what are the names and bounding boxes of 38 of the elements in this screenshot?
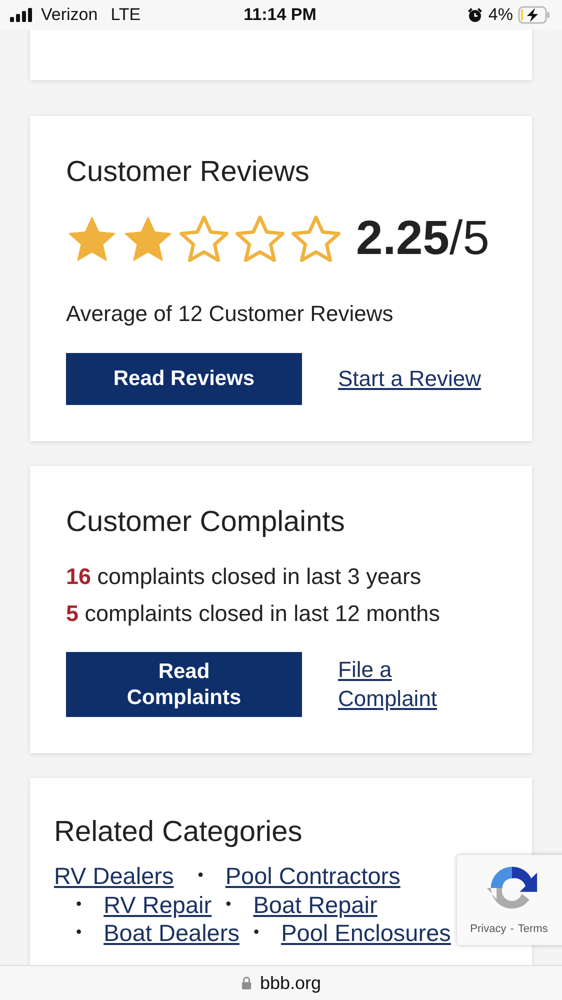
domain-text: bbb.org	[260, 972, 322, 994]
category-link[interactable]: Pool Enclosures	[281, 919, 451, 948]
bullet-separator: •	[253, 923, 260, 943]
clock-time: 11:14 PM	[244, 5, 316, 25]
battery-percent: 4%	[488, 5, 513, 25]
privacy-link[interactable]: Privacy	[470, 923, 506, 935]
category-link[interactable]: Boat Dealers	[104, 919, 240, 948]
terms-link[interactable]: Terms	[518, 923, 548, 935]
review-summary: Average of 12 Customer Reviews	[66, 301, 394, 327]
rating-score: 2.25/5	[356, 214, 490, 264]
complaint-count: 5 complaints closed in last 12 months	[66, 600, 441, 628]
read-reviews-button[interactable]: Read Reviews	[66, 353, 302, 405]
read-complaints-button[interactable]: Read Complaints	[66, 652, 302, 717]
section-title: Customer Complaints	[66, 506, 346, 538]
empty-star-icon	[234, 214, 286, 264]
battery-charging-icon	[518, 6, 550, 24]
section-title: Customer Reviews	[66, 156, 310, 188]
file-complaint-link[interactable]: File a Complaint	[338, 656, 458, 714]
category-link[interactable]: RV Dealers	[54, 862, 174, 890]
complaint-count: 16 complaints closed in last 3 years	[66, 563, 422, 591]
network-type: LTE	[110, 5, 141, 25]
bullet-separator: •	[226, 894, 232, 914]
filled-star-icon	[122, 214, 174, 264]
start-review-link[interactable]: Start a Review	[338, 366, 482, 392]
empty-star-icon	[178, 214, 230, 264]
bullet-separator: •	[76, 923, 82, 943]
category-link[interactable]: RV Repair	[104, 890, 212, 919]
bullet-separator: •	[76, 894, 82, 914]
bullet-separator: •	[198, 866, 204, 886]
category-link[interactable]: Boat Repair	[253, 890, 378, 919]
lock-icon	[240, 976, 252, 990]
section-title: Related Categories	[54, 816, 304, 848]
link-separator: -	[510, 923, 514, 935]
empty-star-icon	[290, 214, 342, 264]
category-link[interactable]: Pool Contractors	[225, 862, 400, 890]
filled-star-icon	[66, 214, 118, 264]
carrier-name: Verizon	[41, 5, 98, 25]
alarm-clock-icon	[467, 7, 484, 23]
